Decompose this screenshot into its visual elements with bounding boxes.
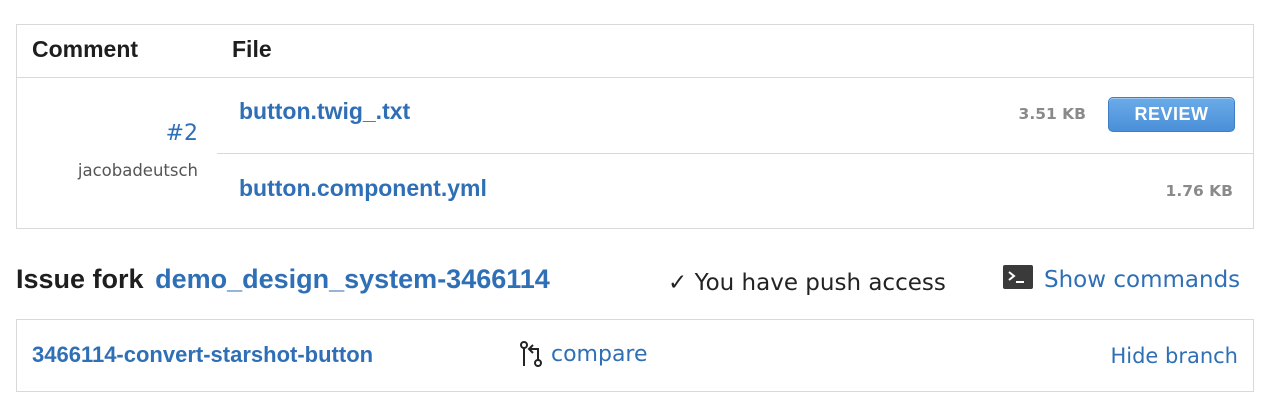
branch-link[interactable]: 3466114-convert-starshot-button — [32, 342, 373, 368]
comment-cell: #2 jacobadeutsch — [17, 77, 217, 228]
table-header-row: Comment File — [17, 25, 1253, 78]
show-commands-link[interactable]: Show commands — [1044, 267, 1240, 293]
branch-row: 3466114-convert-starshot-button compare … — [16, 319, 1254, 392]
comment-author: jacobadeutsch — [77, 161, 198, 180]
issue-fork-link[interactable]: demo_design_system-3466114 — [155, 264, 550, 294]
file-row: button.twig_.txt 3.51 KB REVIEW — [217, 77, 1253, 154]
file-row: button.component.yml 1.76 KB — [217, 154, 1253, 229]
compare-icon — [520, 341, 542, 367]
file-link[interactable]: button.component.yml — [239, 175, 487, 202]
issue-fork-header: Issue fork demo_design_system-3466114 ✓ … — [16, 262, 1256, 302]
file-size: 3.51 KB — [1018, 105, 1086, 123]
compare-link[interactable]: compare — [551, 342, 648, 367]
issue-fork-title: Issue fork demo_design_system-3466114 — [16, 264, 550, 295]
review-button[interactable]: REVIEW — [1108, 97, 1235, 132]
comment-number-link[interactable]: #2 — [166, 121, 198, 146]
issue-fork-label: Issue fork — [16, 264, 144, 294]
file-size: 1.76 KB — [1165, 182, 1233, 200]
hide-branch-link[interactable]: Hide branch — [1110, 344, 1238, 368]
terminal-icon[interactable] — [1003, 265, 1033, 289]
push-access-status: ✓ You have push access — [668, 270, 946, 296]
column-header-comment: Comment — [32, 36, 139, 62]
files-table: Comment File #2 jacobadeutsch button.twi… — [16, 24, 1254, 229]
file-link[interactable]: button.twig_.txt — [239, 98, 410, 125]
column-header-file: File — [232, 36, 272, 62]
